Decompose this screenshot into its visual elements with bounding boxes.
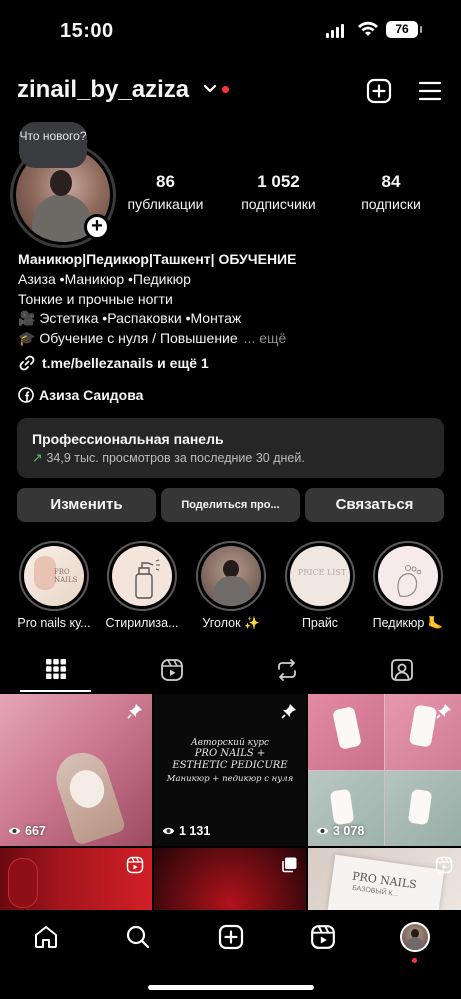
pin-icon [127,704,142,719]
carousel-icon [282,857,297,873]
bio-more-link[interactable]: ... ещё [244,330,287,346]
post-views: 1 131 [179,824,211,838]
post-thumbnail[interactable] [0,848,152,910]
note-bubble[interactable]: Что нового? [19,122,87,168]
stat-posts-value: 86 [156,172,175,191]
highlight-pedicure[interactable]: Педикюр 🦶 [373,541,443,631]
share-profile-button[interactable]: Поделиться про... [161,488,300,522]
stat-followers[interactable]: 1 052 подписчики [226,172,331,212]
reels-icon[interactable] [310,924,336,950]
post-caption-sub: Маникюр + педикюр с нуля [166,774,294,784]
link-icon [19,355,35,371]
stat-posts[interactable]: 86 публикации [118,172,213,212]
profile-stats: 86 публикации 1 052 подписчики 84 подпис… [118,172,448,212]
views-eye-icon [162,827,175,835]
bio-line: Азиза •Маникюр •Педикюр [18,270,191,287]
tab-tagged-icon[interactable] [390,658,414,682]
stat-following-value: 84 [381,172,401,191]
bio-line: 🎥 Эстетика •Распаковки •Монтаж [18,310,242,327]
spray-bottle-icon [135,559,160,599]
reel-icon [435,856,453,874]
notification-dot [412,958,417,963]
create-plus-icon[interactable] [366,78,392,104]
wifi-icon [358,21,378,36]
post-thumbnail[interactable]: 3 078 [308,694,461,846]
active-tab-indicator [20,690,91,692]
status-bar: 15:00 76 [0,0,461,60]
post-caption-top: Авторский курс [190,738,270,748]
post-views: 3 078 [333,824,365,838]
highlight-corner[interactable]: Уголок ✨ [196,541,266,631]
views-eye-icon [8,827,21,835]
bio-line: Тонкие и прочные ногти [18,290,173,307]
bio-line: 🎓 Обучение с нуля / Повышение ... ещё [18,329,448,349]
post-thumbnail[interactable]: Авторский курс PRO NAILS + ESTHETIC PEDI… [154,694,306,846]
stat-following-label: подписки [361,196,421,212]
views-eye-icon [316,827,329,835]
tab-reposts-icon[interactable] [275,658,299,682]
pin-icon [281,704,296,719]
facebook-name: Азиза Саидова [39,387,144,403]
cellular-signal-icon [326,24,344,38]
pin-icon [436,704,451,719]
bio-line-text: 🎓 Обучение с нуля / Повышение [18,330,238,347]
highlight-price-text: PRICE LIST [297,568,347,577]
stat-followers-label: подписчики [241,196,316,212]
bio-link-text: t.me/bellezanails и ещё 1 [42,355,209,371]
post-thumbnail[interactable] [154,848,306,910]
highlight-label: Стирилиза... [105,616,179,630]
search-icon[interactable] [125,924,151,950]
create-icon[interactable] [218,924,244,950]
home-indicator [148,985,314,990]
notification-dot [222,86,229,93]
home-icon[interactable] [33,924,59,950]
trend-up-icon: ↗ [32,451,43,465]
contact-button[interactable]: Связаться [305,488,444,522]
foot-icon [397,565,422,598]
stat-posts-label: публикации [127,196,204,212]
profile-bio: Маникюр|Педикюр|Ташкент| ОБУЧЕНИЕ Азиза … [18,250,448,349]
facebook-icon [18,387,34,403]
stat-following[interactable]: 84 подписки [348,172,434,212]
highlight-label: Pro nails ку... [17,616,91,630]
menu-icon[interactable] [418,80,442,102]
post-thumbnail[interactable]: PRO NAILS БАЗОВЫЙ К... [308,848,461,910]
tab-grid-icon[interactable] [45,658,67,680]
profile-tab-avatar[interactable] [400,922,430,952]
highlight-price[interactable]: PRICE LIST Прайс [285,541,355,630]
add-story-plus-icon[interactable]: + [84,214,110,240]
highlight-sterilization[interactable]: Стирилиза... [105,541,179,630]
edit-profile-button[interactable]: Изменить [17,488,156,522]
tab-reels-icon[interactable] [160,658,184,682]
stat-followers-value: 1 052 [257,172,300,191]
post-views: 667 [25,824,46,838]
post-caption-title: PRO NAILS + ESTHETIC PEDICURE [172,748,288,771]
post-thumbnail[interactable]: 667 [0,694,152,846]
profile-header: zinail_by_aziza [0,72,461,112]
professional-dashboard[interactable]: Профессиональная панель ↗ 34,9 тыс. просм… [17,418,444,478]
pro-panel-title: Профессиональная панель [32,431,224,447]
username-switcher[interactable]: zinail_by_aziza [17,76,189,104]
highlight-label: Прайс [301,616,339,630]
highlight-pro-nails[interactable]: PRO NAILS Pro nails ку... [17,541,91,630]
highlight-label: Уголок ✨ [202,616,260,630]
highlight-label: Педикюр 🦶 [372,616,444,630]
highlight-pro-nails-text: PRO NAILS [54,568,78,584]
battery-indicator: 76 [386,21,422,38]
bio-link[interactable]: t.me/bellezanails и ещё 1 [18,354,209,372]
profile-display-name: Маникюр|Педикюр|Ташкент| ОБУЧЕНИЕ [18,251,297,267]
facebook-link[interactable]: Азиза Саидова [18,387,143,403]
chevron-down-icon[interactable] [203,84,217,94]
pro-panel-subtitle: 34,9 тыс. просмотров за последние 30 дне… [46,451,305,465]
posts-grid: 667 Авторский курс PRO NAILS + ESTHETIC … [0,694,461,910]
profile-tabs [0,650,461,694]
status-time: 15:00 [60,20,114,42]
reel-icon [126,856,144,874]
